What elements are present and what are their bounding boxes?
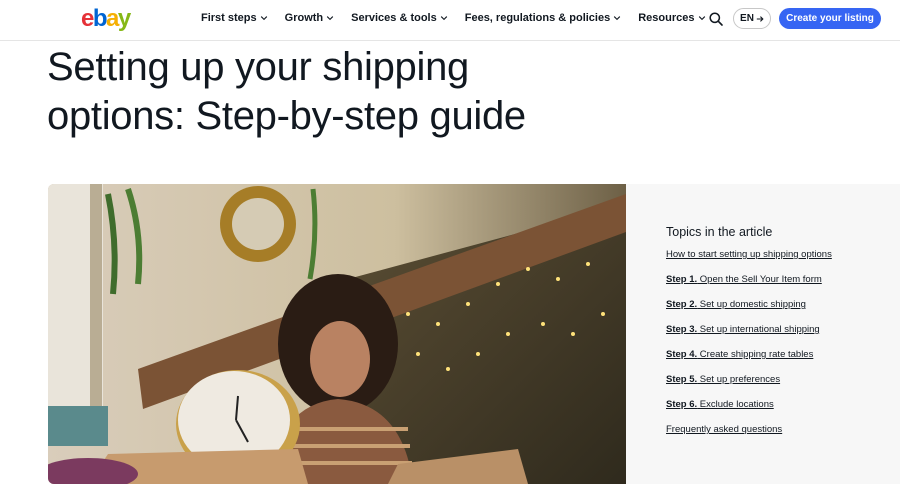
topic-link-step-4[interactable]: Step 4. Create shipping rate tables (666, 349, 900, 374)
topic-prefix: Step 4. (666, 349, 698, 360)
hero-image (48, 184, 626, 484)
main-nav: First steps Growth Services & tools Fees… (201, 12, 723, 24)
nav-growth[interactable]: Growth (285, 12, 335, 24)
topics-panel: Topics in the article How to start setti… (626, 184, 900, 484)
topic-text: Exclude locations (697, 399, 774, 410)
page-title-line-2: options: Step-by-step guide (47, 94, 526, 138)
topic-text: How to start setting up shipping options (666, 249, 832, 260)
nav-first-steps[interactable]: First steps (201, 12, 268, 24)
nav-label: Resources (638, 12, 695, 24)
arrow-right-icon (756, 15, 764, 22)
logo-letter-e: e (81, 5, 94, 32)
topic-link-step-6[interactable]: Step 6. Exclude locations (666, 399, 900, 424)
page-title: Setting up your shipping options: Step-b… (47, 43, 647, 141)
topic-text: Open the Sell Your Item form (697, 274, 822, 285)
site-header: ebay First steps Growth Services & tools… (0, 0, 900, 41)
nav-label: First steps (201, 12, 257, 24)
topic-prefix: Step 2. (666, 299, 698, 310)
chevron-down-icon (440, 16, 447, 21)
topic-prefix: Step 3. (666, 324, 698, 335)
topic-link-step-1[interactable]: Step 1. Open the Sell Your Item form (666, 274, 900, 299)
nav-services-tools[interactable]: Services & tools (351, 12, 448, 24)
nav-fees-regulations-policies[interactable]: Fees, regulations & policies (465, 12, 622, 24)
topic-link-step-2[interactable]: Step 2. Set up domestic shipping (666, 299, 900, 324)
topic-link-step-5[interactable]: Step 5. Set up preferences (666, 374, 900, 399)
topic-prefix: Step 1. (666, 274, 698, 285)
topic-text: Set up domestic shipping (697, 299, 806, 310)
chevron-down-icon (326, 16, 334, 21)
topic-text: Set up international shipping (697, 324, 820, 335)
language-button[interactable]: EN (733, 8, 771, 29)
topic-link-start[interactable]: How to start setting up shipping options (666, 249, 900, 274)
hero-illustration (48, 184, 626, 484)
topic-prefix: Step 6. (666, 399, 698, 410)
topic-prefix: Step 5. (666, 374, 698, 385)
chevron-down-icon (698, 16, 705, 21)
logo-letter-b: b (92, 5, 108, 32)
nav-resources[interactable]: Resources (638, 12, 705, 24)
chevron-down-icon (614, 16, 621, 21)
page-title-line-1: Setting up your shipping (47, 45, 469, 89)
topic-text: Create shipping rate tables (697, 349, 814, 360)
topic-text: Set up preferences (697, 374, 781, 385)
topic-link-step-3[interactable]: Step 3. Set up international shipping (666, 324, 900, 349)
topic-text: Frequently asked questions (666, 424, 783, 435)
topic-link-faq[interactable]: Frequently asked questions (666, 424, 900, 449)
logo-letter-y: y (117, 5, 131, 32)
language-label: EN (740, 13, 754, 24)
create-listing-button[interactable]: Create your listing (779, 8, 881, 29)
topics-heading: Topics in the article (666, 225, 773, 239)
chevron-down-icon (260, 16, 267, 21)
ebay-logo[interactable]: ebay (81, 5, 131, 32)
nav-label: Growth (284, 12, 324, 24)
search-icon[interactable] (708, 11, 724, 27)
nav-label: Fees, regulations & policies (464, 12, 611, 24)
nav-label: Services & tools (351, 12, 437, 24)
logo-letter-a: a (106, 5, 119, 32)
